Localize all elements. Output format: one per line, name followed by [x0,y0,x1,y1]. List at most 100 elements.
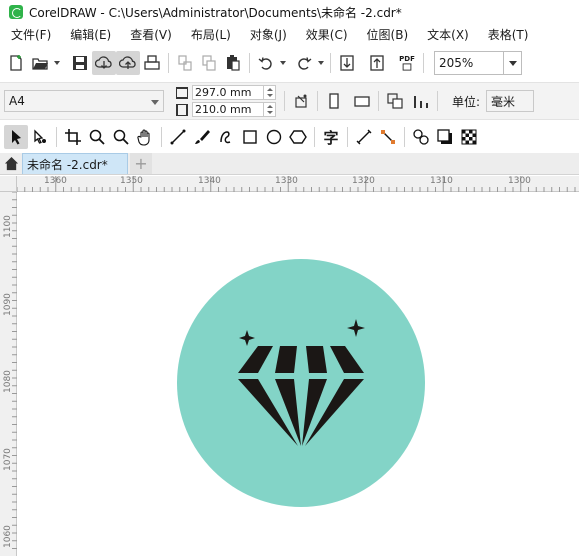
shape-tool-icon[interactable] [28,125,52,149]
toolbox-separator [161,127,162,147]
document-tab-bar: 未命名 -2.cdr* + [0,153,579,175]
cloud-upload-icon[interactable] [116,51,140,75]
ruler-label: 1320 [352,176,375,186]
toolbar-separator [317,91,318,111]
all-pages-icon[interactable] [289,89,313,113]
property-bar: A4 297.0 mm 210.0 mm 单位: 毫米 [0,82,579,120]
page-width-input[interactable]: 297.0 mm [192,85,264,100]
horizontal-ruler[interactable]: 1360 1350 1340 1330 1320 1310 1300 [17,176,579,192]
width-spinner[interactable] [264,85,276,100]
ruler-origin-corner[interactable] [0,176,17,192]
artistic-media-tool-icon[interactable] [190,125,214,149]
menu-view[interactable]: 查看(V) [119,24,180,46]
rectangle-tool-icon[interactable] [238,125,262,149]
undo-icon[interactable] [254,51,278,75]
pdf-label: PDF [399,55,415,63]
transparency-tool-icon[interactable] [457,125,481,149]
menu-layout[interactable]: 布局(L) [180,24,239,46]
ruler-label: 1090 [3,293,13,316]
publish-pdf-icon[interactable]: PDF [395,51,419,75]
ruler-label: 1080 [3,370,13,393]
ruler-label: 1070 [3,448,13,471]
open-folder-icon[interactable] [28,51,52,75]
standard-toolbar: PDF 205% [0,48,579,78]
menu-bar: 文件(F) 编辑(E) 查看(V) 布局(L) 对象(J) 效果(C) 位图(B… [0,24,579,46]
bleed-icon[interactable] [409,89,433,113]
ruler-label: 1360 [44,176,67,186]
page-width-icon [176,86,188,99]
add-tab-button[interactable]: + [130,153,152,174]
menu-bitmaps[interactable]: 位图(B) [356,24,417,46]
pen-tool-icon[interactable] [214,125,238,149]
landscape-icon[interactable] [350,89,374,113]
page-size-select[interactable]: A4 [4,90,164,112]
menu-table[interactable]: 表格(T) [477,24,537,46]
crop-tool-icon[interactable] [61,125,85,149]
freehand-tool-icon[interactable] [166,125,190,149]
ellipse-tool-icon[interactable] [262,125,286,149]
toolbox-separator [56,127,57,147]
drawing-canvas[interactable] [18,193,579,556]
zoom-tool-icon[interactable] [85,125,109,149]
drop-shadow-tool-icon[interactable] [433,125,457,149]
export-icon[interactable] [365,51,389,75]
title-bar: CorelDRAW - C:\Users\Administrator\Docum… [0,0,579,24]
open-dropdown-icon[interactable] [52,51,62,75]
page-dimensions: 297.0 mm 210.0 mm [176,85,276,117]
redo-icon[interactable] [292,51,316,75]
units-value: 毫米 [491,94,516,109]
pick-tool-icon[interactable] [4,125,28,149]
zoom-dropdown-icon[interactable] [504,51,522,75]
dimension-tool-icon[interactable] [352,125,376,149]
page-height-icon [176,103,188,116]
current-page-layout-icon[interactable] [383,89,407,113]
vertical-ruler[interactable]: 1100 1090 1080 1070 1060 [0,192,17,556]
undo-dropdown-icon[interactable] [278,51,288,75]
window-title: CorelDRAW - C:\Users\Administrator\Docum… [29,5,402,20]
coreldraw-logo-icon [9,5,23,19]
toolbar-separator [437,91,438,111]
text-tool-icon[interactable]: 字 [319,125,343,149]
menu-object[interactable]: 对象(J) [239,24,295,46]
ruler-label: 1330 [275,176,298,186]
tab-document[interactable]: 未命名 -2.cdr* [22,153,128,174]
print-icon[interactable] [140,51,164,75]
toolbar-separator [249,53,250,73]
home-icon[interactable] [0,152,22,174]
zoom-level-input[interactable]: 205% [434,51,504,75]
paste-icon[interactable] [221,51,245,75]
portrait-icon[interactable] [322,89,346,113]
cloud-download-icon[interactable] [92,51,116,75]
units-select[interactable]: 毫米 [486,90,535,112]
toolbox-separator [314,127,315,147]
ruler-label: 1340 [198,176,221,186]
new-document-icon[interactable] [4,51,28,75]
artwork [177,259,425,507]
toolbar-separator [330,53,331,73]
save-icon[interactable] [68,51,92,75]
teal-circle[interactable] [177,259,425,507]
ruler-label: 1100 [3,215,13,238]
page-size-value: A4 [9,94,25,108]
ruler-label: 1350 [120,176,143,186]
connector-tool-icon[interactable] [376,125,400,149]
plus-icon: + [134,154,148,173]
menu-edit[interactable]: 编辑(E) [59,24,119,46]
menu-effects[interactable]: 效果(C) [295,24,356,46]
zoom-out-tool-icon[interactable] [109,125,133,149]
redo-dropdown-icon[interactable] [316,51,326,75]
height-spinner[interactable] [264,102,276,117]
polygon-tool-icon[interactable] [286,125,310,149]
chevron-down-icon [151,94,159,108]
toolbox: 字 [0,122,579,152]
zoom-level-value: 205% [439,56,474,70]
toolbar-separator [284,91,285,111]
menu-text[interactable]: 文本(X) [416,24,477,46]
cut-icon[interactable] [173,51,197,75]
copy-icon[interactable] [197,51,221,75]
blend-tool-icon[interactable] [409,125,433,149]
menu-file[interactable]: 文件(F) [0,24,59,46]
pan-tool-icon[interactable] [133,125,157,149]
import-icon[interactable] [335,51,359,75]
page-height-input[interactable]: 210.0 mm [192,102,264,117]
